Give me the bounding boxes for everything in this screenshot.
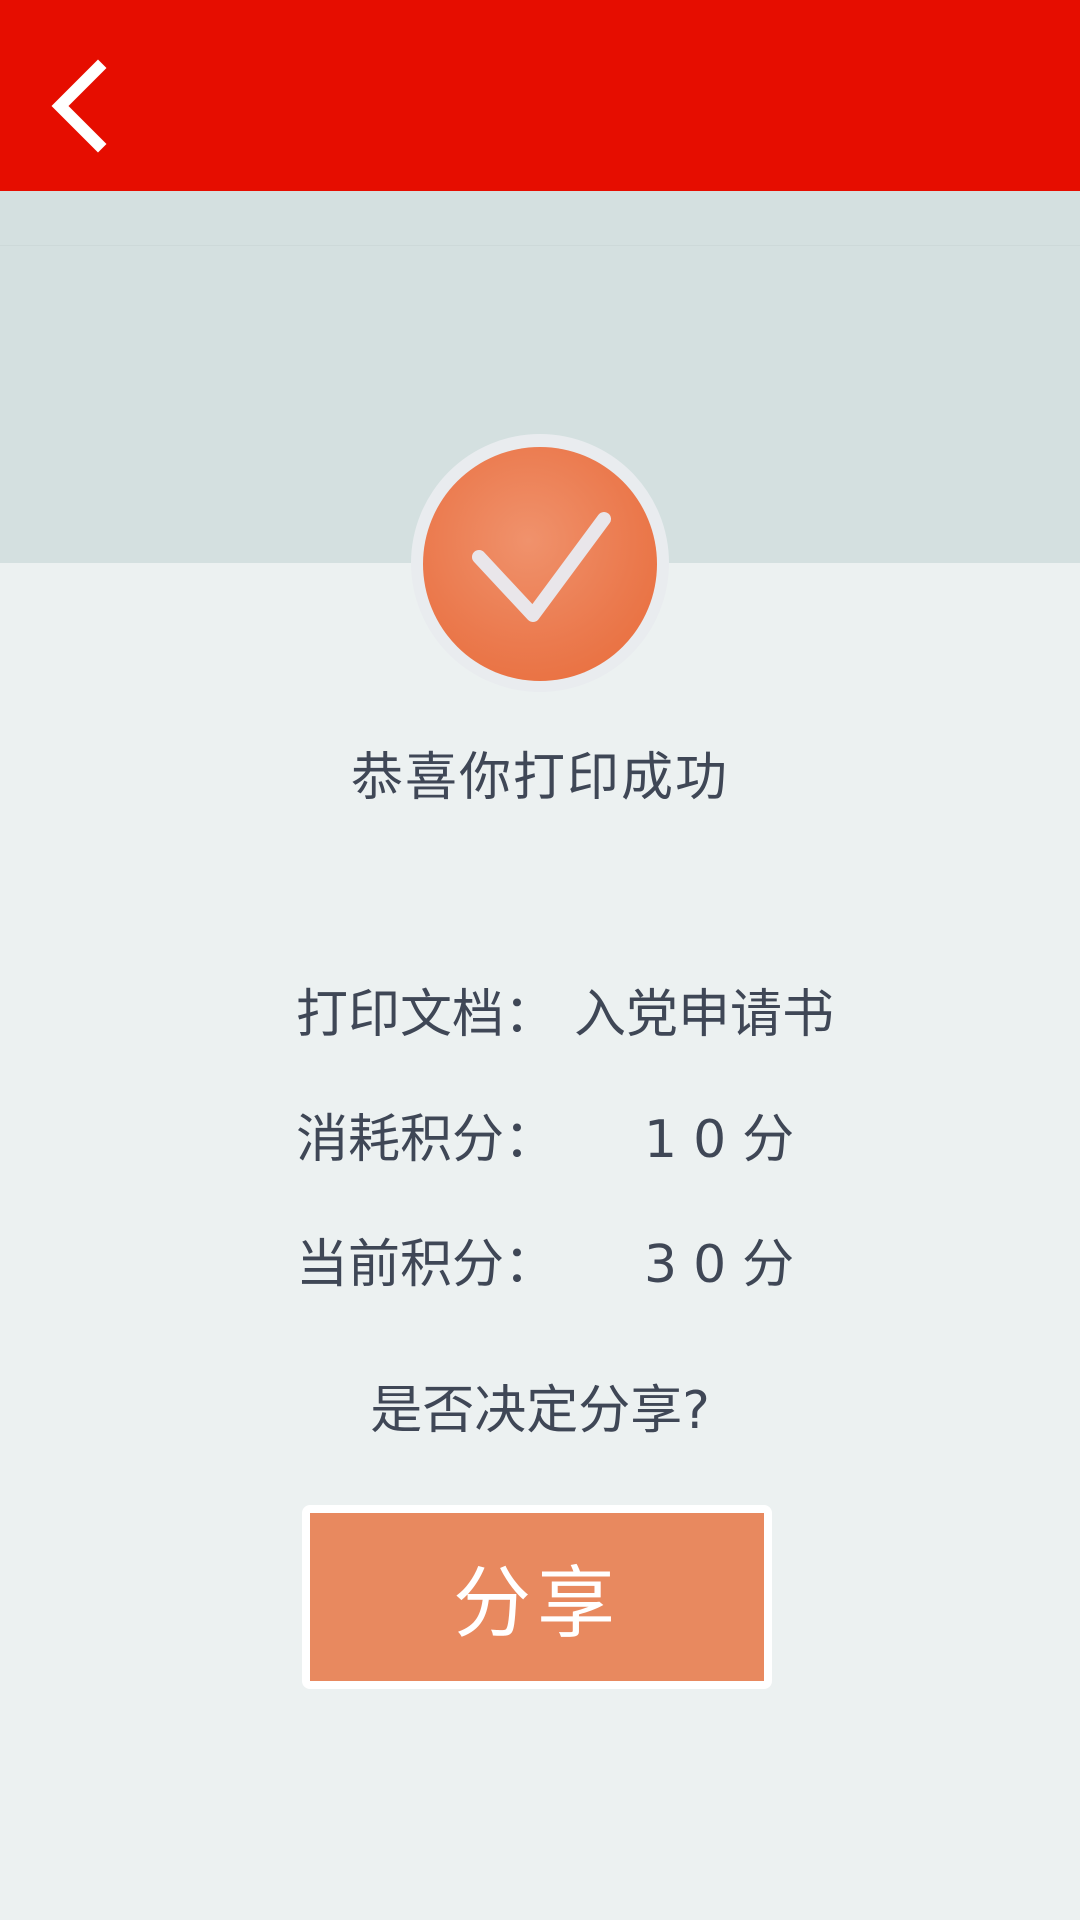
divider: [0, 245, 1080, 246]
detail-label: 打印文档：: [296, 985, 557, 1045]
back-button[interactable]: [36, 52, 126, 156]
success-title: 恭喜你打印成功: [350, 748, 729, 808]
success-badge: [423, 447, 657, 681]
detail-label: 消耗积分：: [296, 1110, 557, 1170]
share-button[interactable]: 分享: [302, 1505, 772, 1689]
detail-value: 30分: [644, 1235, 811, 1295]
detail-value: 10分: [644, 1110, 811, 1170]
detail-label: 当前积分：: [296, 1235, 557, 1295]
detail-value: 入党申请书: [574, 985, 835, 1045]
checkmark-icon: [472, 512, 611, 622]
chevron-left-icon: [51, 59, 107, 153]
share-question: 是否决定分享?: [370, 1381, 710, 1441]
top-bar: [0, 0, 1080, 191]
